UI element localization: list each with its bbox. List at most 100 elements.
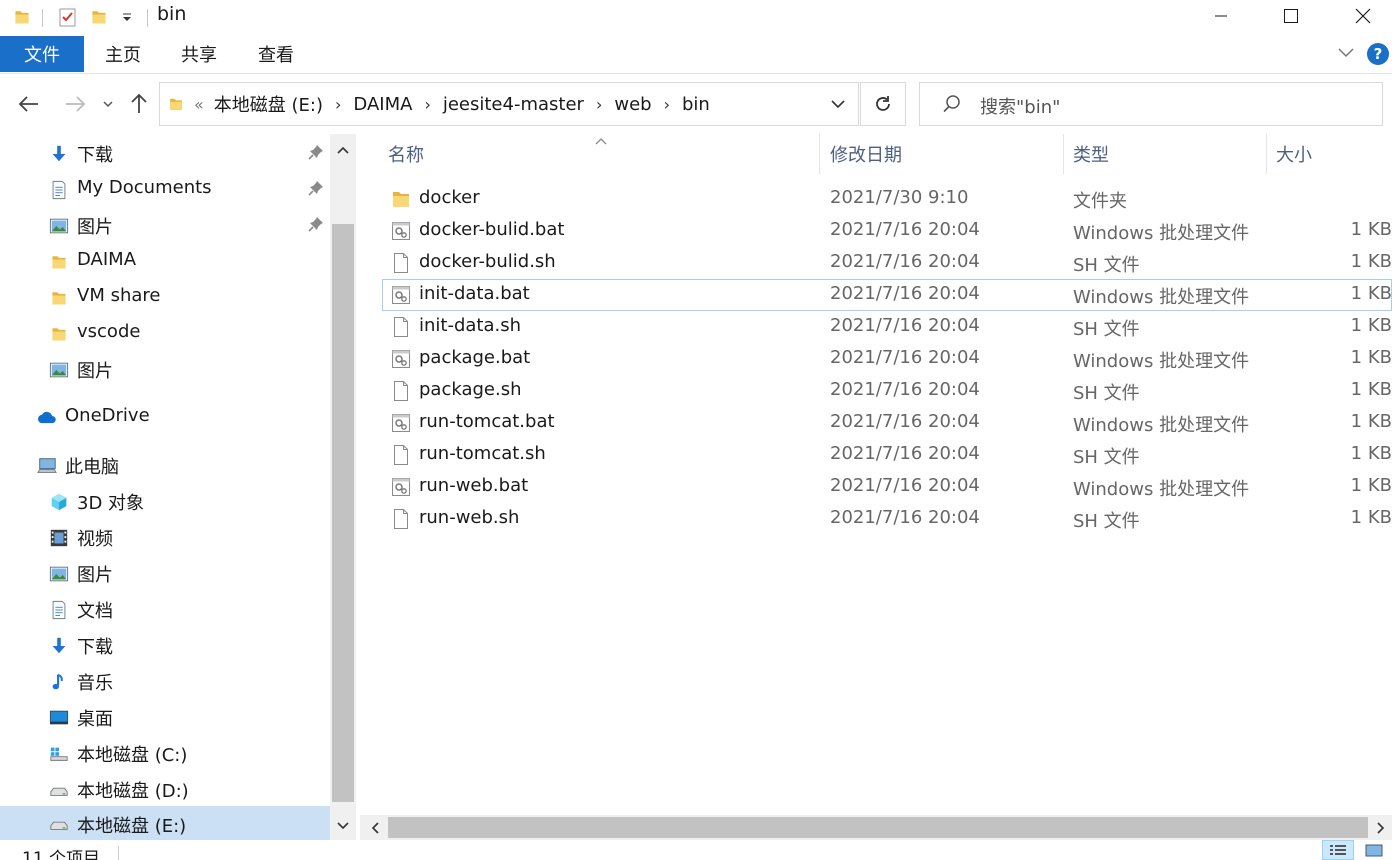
large-icons-view-icon [1365,844,1383,857]
item-count: 11 个项目 [22,849,101,860]
nav-item-desktop[interactable]: 桌面 [0,700,330,734]
pin-icon[interactable] [308,144,324,165]
arrow-left-icon [18,96,38,112]
pictures-icon [48,215,70,237]
nav-item-documents[interactable]: 文档 [0,592,330,626]
breadcrumb-jeesite4-master[interactable]: jeesite4-master [443,94,584,115]
folder-icon [48,287,70,309]
nav-item-daima[interactable]: DAIMA [0,244,330,278]
file-row[interactable]: package.bat 2021/7/16 20:04 Windows 批处理文… [382,343,1392,375]
details-view-button[interactable] [1322,840,1354,860]
tab-file[interactable]: 文件 [0,36,84,72]
customize-dropdown-icon[interactable] [118,4,136,30]
file-row[interactable]: run-web.bat 2021/7/16 20:04 Windows 批处理文… [382,471,1392,503]
file-row[interactable]: init-data.sh 2021/7/16 20:04 SH 文件 1 KB [382,311,1392,343]
column-header-size[interactable]: 大小 [1276,130,1312,178]
refresh-button[interactable] [860,82,906,126]
drive-icon [48,779,70,801]
column-header-type[interactable]: 类型 [1073,130,1109,178]
close-button[interactable] [1334,0,1392,32]
scroll-right-button[interactable] [1368,815,1392,840]
nav-pane-scrollbar[interactable] [330,134,356,844]
scroll-left-button[interactable] [362,815,388,840]
toolbar-separator [147,9,148,27]
pin-icon[interactable] [308,216,324,237]
batch-file-icon [390,412,412,434]
nav-item-pictures-pc[interactable]: 图片 [0,556,330,590]
chevron-right-icon[interactable]: › [424,95,430,114]
chevron-right-icon[interactable]: › [664,95,670,114]
back-button[interactable] [14,88,44,120]
column-header-date[interactable]: 修改日期 [830,130,902,178]
column-header-name[interactable]: 名称 [388,130,424,178]
column-divider[interactable] [1266,134,1267,174]
breadcrumb-drive-e[interactable]: 本地磁盘 (E:) [214,91,323,117]
batch-file-icon [390,476,412,498]
search-box[interactable]: 搜索"bin" [919,82,1383,126]
nav-item-drive-e[interactable]: 本地磁盘 (E:) [0,806,330,842]
minimize-button[interactable] [1192,0,1250,32]
breadcrumb-web[interactable]: web [614,94,651,115]
chevron-right-icon[interactable]: › [596,95,602,114]
tab-share[interactable]: 共享 [172,36,226,72]
nav-item-pictures-pinned[interactable]: 图片 [0,208,330,242]
download-arrow-icon [48,635,70,657]
address-history-button[interactable] [818,83,858,125]
expand-ribbon-button[interactable] [1336,42,1356,67]
address-bar[interactable]: « 本地磁盘 (E:) › DAIMA › jeesite4-master › … [159,82,859,126]
recent-locations-button[interactable] [100,88,116,120]
file-row[interactable]: docker-bulid.sh 2021/7/16 20:04 SH 文件 1 … [382,247,1392,279]
file-row[interactable]: docker-bulid.bat 2021/7/16 20:04 Windows… [382,215,1392,247]
search-input[interactable]: 搜索"bin" [980,93,1060,119]
breadcrumb-bin[interactable]: bin [682,94,710,115]
scroll-down-button[interactable] [330,814,356,838]
column-divider[interactable] [1063,134,1064,174]
nav-item-downloads-pinned[interactable]: 下载 [0,136,330,170]
pin-icon[interactable] [308,180,324,201]
batch-file-icon [390,284,412,306]
file-row[interactable]: docker 2021/7/30 9:10 文件夹 [382,183,1392,215]
title-bar: bin [0,0,1392,36]
nav-item-vm-share[interactable]: VM share [0,280,330,314]
scrollbar-thumb[interactable] [388,817,1368,838]
file-row[interactable]: run-tomcat.sh 2021/7/16 20:04 SH 文件 1 KB [382,439,1392,471]
nav-item-this-pc[interactable]: 此电脑 [0,448,330,482]
nav-item-videos[interactable]: 视频 [0,520,330,554]
file-list-horizontal-scrollbar[interactable] [360,815,1392,840]
large-icons-view-button[interactable] [1358,840,1390,860]
breadcrumb-daima[interactable]: DAIMA [353,94,412,115]
properties-check-icon[interactable] [57,4,79,30]
up-button[interactable] [126,88,152,120]
file-row-hovered[interactable]: init-data.bat 2021/7/16 20:04 Windows 批处… [382,279,1392,311]
chevron-right-icon[interactable]: › [335,95,341,114]
nav-item-vscode[interactable]: vscode [0,316,330,350]
nav-item-onedrive[interactable]: OneDrive [0,400,330,434]
window-title: bin [157,3,187,25]
nav-item-downloads[interactable]: 下载 [0,628,330,662]
blank-file-icon [390,252,412,274]
tab-home[interactable]: 主页 [96,36,150,72]
file-row[interactable]: run-web.sh 2021/7/16 20:04 SH 文件 1 KB [382,503,1392,535]
maximize-button[interactable] [1262,0,1320,32]
file-row[interactable]: run-tomcat.bat 2021/7/16 20:04 Windows 批… [382,407,1392,439]
scroll-up-button[interactable] [330,138,356,162]
minimize-icon [1215,15,1227,17]
nav-item-pictures[interactable]: 图片 [0,352,330,386]
nav-item-music[interactable]: 音乐 [0,664,330,698]
nav-item-drive-d[interactable]: 本地磁盘 (D:) [0,772,330,806]
file-row[interactable]: package.sh 2021/7/16 20:04 SH 文件 1 KB [382,375,1392,407]
forward-button[interactable] [60,88,90,120]
nav-item-drive-c[interactable]: 本地磁盘 (C:) [0,736,330,770]
nav-item-my-documents[interactable]: My Documents [0,172,330,206]
status-bar: 11 个项目 [0,840,1392,860]
new-folder-icon[interactable] [89,4,109,30]
chevron-down-icon [1338,48,1354,58]
scrollbar-thumb[interactable] [332,224,354,802]
file-list: 名称 修改日期 类型 大小 docker 2021/7/30 9:10 文件夹 … [360,130,1392,820]
chevron-down-icon [103,101,113,108]
tab-view[interactable]: 查看 [249,36,303,72]
nav-item-3d-objects[interactable]: 3D 对象 [0,484,330,518]
column-divider[interactable] [819,134,820,174]
breadcrumb-overflow[interactable]: « [194,95,204,114]
help-button[interactable]: ? [1366,42,1390,71]
